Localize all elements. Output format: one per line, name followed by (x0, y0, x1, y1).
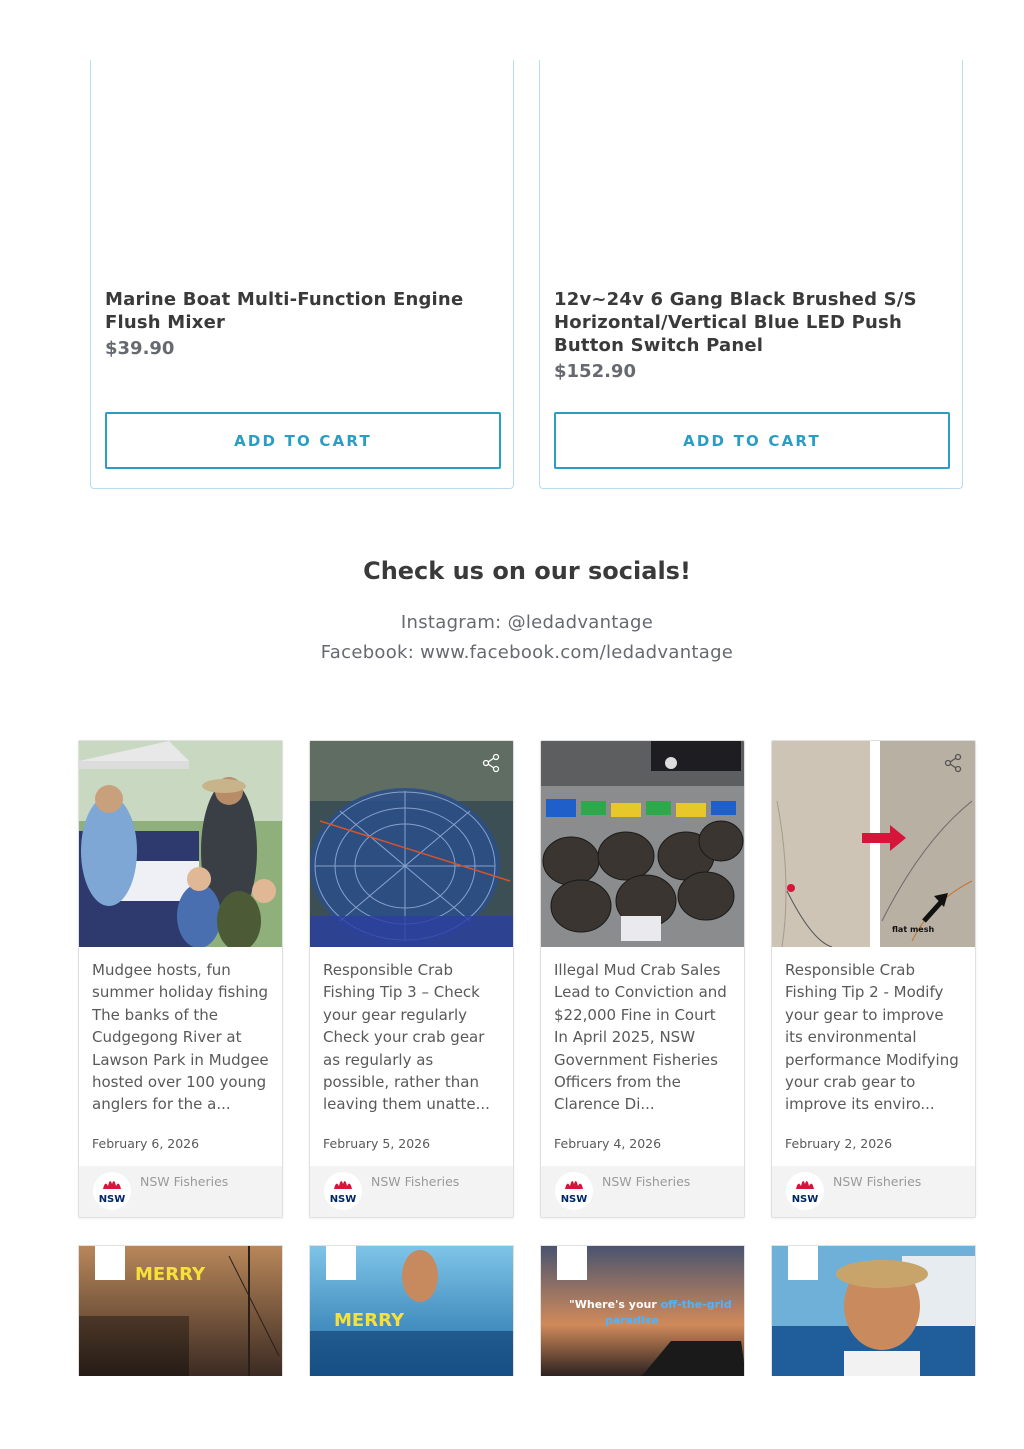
svg-text:NSW: NSW (561, 1194, 588, 1205)
post-image[interactable] (79, 741, 282, 947)
instagram-label: Instagram: (400, 612, 508, 633)
post-date: February 2, 2026 (785, 1136, 893, 1151)
product-price: $39.90 (105, 338, 175, 359)
post-footer: NSW NSW Fisheries (772, 1166, 975, 1217)
feed-card[interactable]: "Where's your off-the-grid paradise (540, 1245, 745, 1376)
post-date: February 5, 2026 (323, 1136, 431, 1151)
post-author[interactable]: NSW Fisheries (833, 1174, 921, 1189)
svg-text:flat mesh: flat mesh (892, 925, 934, 934)
post-date: February 6, 2026 (92, 1136, 200, 1151)
svg-text:"Where's your off-the-grid: "Where's your off-the-grid (569, 1298, 732, 1311)
product-title[interactable]: Marine Boat Multi-Function Engine Flush … (105, 288, 501, 334)
feed-card[interactable]: MERRY (309, 1245, 514, 1376)
facebook-line: Facebook: www.facebook.com/ledadvantage (0, 642, 1024, 663)
add-to-cart-button[interactable]: ADD TO CART (105, 412, 501, 469)
socials-heading: Check us on our socials! (363, 557, 691, 585)
post-excerpt[interactable]: Responsible Crab Fishing Tip 2 - Modify … (785, 959, 965, 1116)
post-excerpt[interactable]: Mudgee hosts, fun summer holiday fishing… (92, 959, 272, 1116)
feed-card[interactable]: flat mesh Responsible Crab Fishing Tip 2… (771, 740, 976, 1218)
svg-text:NSW: NSW (792, 1194, 819, 1205)
post-author[interactable]: NSW Fisheries (371, 1174, 459, 1189)
post-image[interactable] (541, 741, 744, 947)
svg-text:NSW: NSW (99, 1194, 126, 1205)
post-author[interactable]: NSW Fisheries (140, 1174, 228, 1189)
post-excerpt[interactable]: Responsible Crab Fishing Tip 3 – Check y… (323, 959, 503, 1116)
post-excerpt[interactable]: Illegal Mud Crab Sales Lead to Convictio… (554, 959, 734, 1116)
facebook-link[interactable]: www.facebook.com/ledadvantage (420, 642, 733, 663)
post-footer: NSW NSW Fisheries (310, 1166, 513, 1217)
post-date: February 4, 2026 (554, 1136, 662, 1151)
share-icon[interactable] (943, 753, 963, 773)
feed-card[interactable]: Mudgee hosts, fun summer holiday fishing… (78, 740, 283, 1218)
svg-text:MERRY: MERRY (334, 1310, 405, 1331)
svg-text:NSW: NSW (330, 1194, 357, 1205)
svg-text:paradise: paradise (605, 1314, 659, 1327)
post-footer: NSW NSW Fisheries (541, 1166, 744, 1217)
post-image[interactable] (310, 741, 513, 947)
nsw-logo-avatar: NSW (786, 1172, 824, 1210)
feed-card[interactable]: Illegal Mud Crab Sales Lead to Convictio… (540, 740, 745, 1218)
instagram-line: Instagram: @ledadvantage (0, 612, 1024, 633)
feed-card[interactable] (771, 1245, 976, 1376)
post-footer: NSW NSW Fisheries (79, 1166, 282, 1217)
instagram-link[interactable]: @ledadvantage (508, 612, 654, 633)
product-card: Marine Boat Multi-Function Engine Flush … (90, 60, 514, 489)
post-image[interactable]: MERRY (310, 1246, 514, 1376)
nsw-logo-avatar: NSW (555, 1172, 593, 1210)
feed-card[interactable]: MERRY (78, 1245, 283, 1376)
post-author[interactable]: NSW Fisheries (602, 1174, 690, 1189)
product-title[interactable]: 12v~24v 6 Gang Black Brushed S/S Horizon… (554, 288, 950, 357)
nsw-logo-avatar: NSW (324, 1172, 362, 1210)
post-image[interactable]: MERRY (79, 1246, 283, 1376)
product-card: 12v~24v 6 Gang Black Brushed S/S Horizon… (539, 60, 963, 489)
share-icon[interactable] (481, 753, 501, 773)
post-image[interactable]: flat mesh (772, 741, 975, 947)
svg-text:MERRY: MERRY (135, 1264, 206, 1285)
feed-card[interactable]: Responsible Crab Fishing Tip 3 – Check y… (309, 740, 514, 1218)
product-price: $152.90 (554, 361, 636, 382)
nsw-logo-avatar: NSW (93, 1172, 131, 1210)
post-image[interactable]: "Where's your off-the-grid paradise (541, 1246, 745, 1376)
add-to-cart-button[interactable]: ADD TO CART (554, 412, 950, 469)
post-image[interactable] (772, 1246, 976, 1376)
facebook-label: Facebook: (320, 642, 421, 663)
